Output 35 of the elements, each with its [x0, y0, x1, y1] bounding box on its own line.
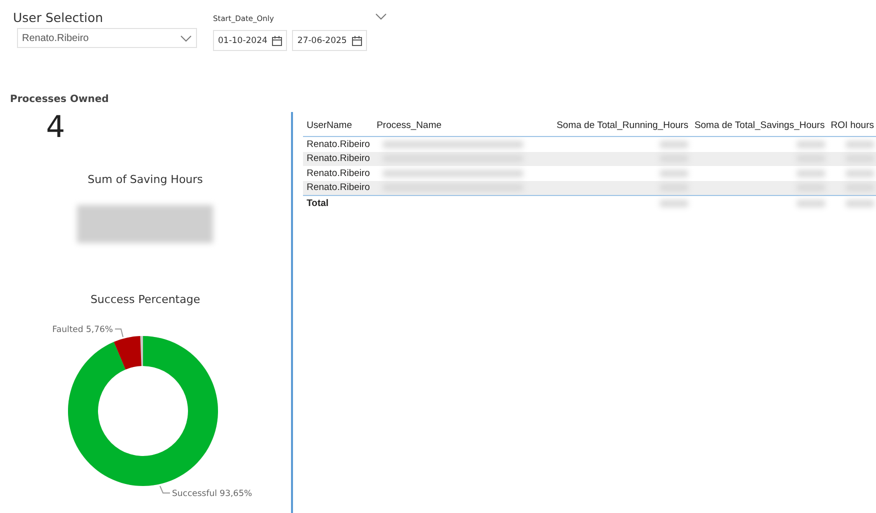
column-header[interactable]: Soma de Total_Running_Hours	[552, 116, 690, 137]
table-cell: Renato.Ribeiro	[302, 180, 373, 196]
data-label: Faulted 5,76%	[52, 325, 114, 335]
card-title: Processes Owned	[10, 94, 109, 105]
column-header[interactable]: Process_Name	[372, 116, 553, 137]
table-cell-text: Renato.Ribeiro	[306, 166, 371, 180]
column-header[interactable]: ROI hours	[826, 116, 876, 137]
table-cell-text: Total	[306, 196, 330, 210]
redacted-text	[660, 170, 688, 177]
chevron-down-icon	[375, 13, 387, 20]
redacted-text	[660, 140, 688, 148]
calendar-icon[interactable]	[272, 36, 282, 46]
column-header[interactable]: UserName	[302, 116, 373, 137]
redacted-text	[846, 140, 874, 148]
redacted-text	[846, 170, 874, 177]
kpi-value: 4	[46, 111, 66, 145]
redacted-text	[796, 200, 825, 207]
chart-title: Success Percentage	[90, 293, 200, 306]
redacted-text	[660, 200, 688, 207]
data-label: Successful 93,65%	[172, 489, 252, 499]
date-field[interactable]: 27-06-2025	[292, 30, 367, 51]
redacted-text	[796, 140, 825, 148]
calendar-icon[interactable]	[352, 36, 362, 46]
leader-line	[114, 328, 124, 338]
slicer-title: User Selection	[13, 10, 104, 25]
table-cell: Renato.Ribeiro	[302, 152, 373, 166]
leader-line	[160, 486, 171, 494]
chevron-down-icon	[180, 34, 192, 42]
column-header[interactable]: Soma de Total_Savings_Hours	[690, 116, 827, 137]
redacted-text	[846, 200, 874, 207]
card-title: Sum of Saving Hours	[88, 173, 203, 186]
redacted-text	[796, 170, 825, 177]
user-dropdown[interactable]: Renato.Ribeiro	[17, 28, 197, 48]
date-field[interactable]: 01-10-2024	[213, 30, 288, 51]
table-cell-text: Renato.Ribeiro	[306, 138, 371, 152]
